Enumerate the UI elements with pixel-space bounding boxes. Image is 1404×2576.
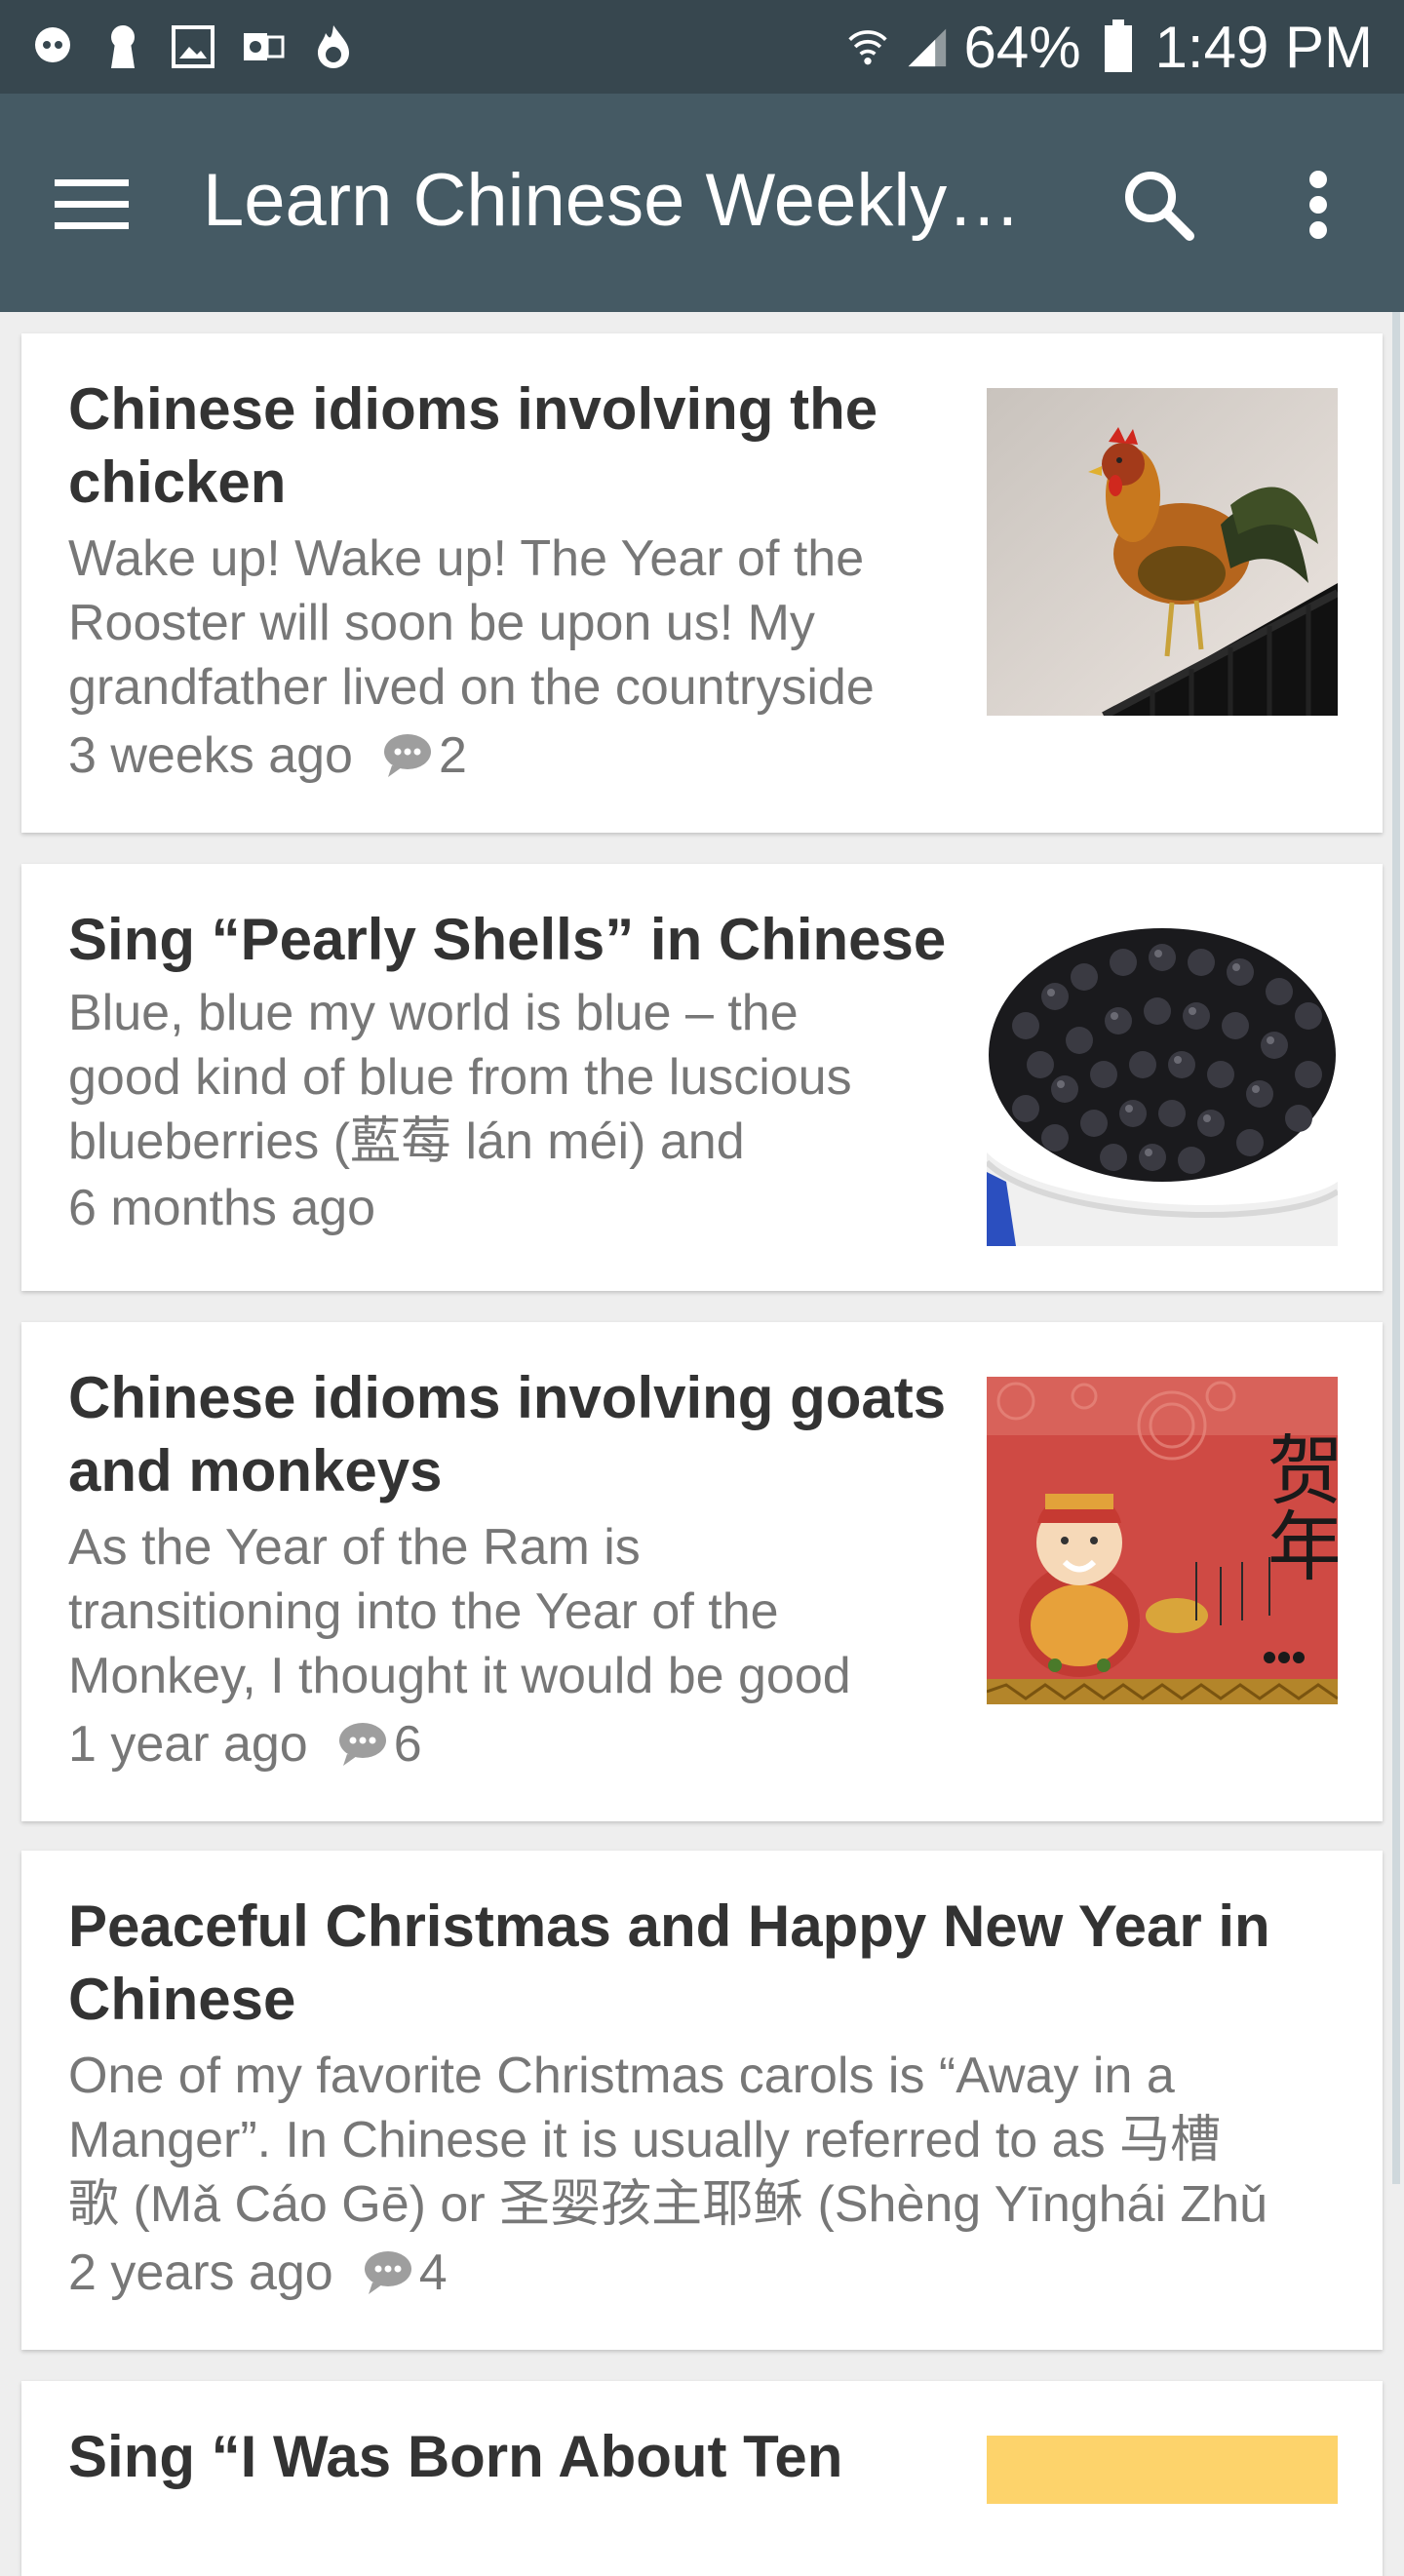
post-excerpt-line: grandfather lived on the countryside: [68, 659, 875, 716]
fire-icon: [312, 25, 355, 68]
outlook-icon: [242, 25, 285, 68]
post-excerpt-line: Manger”. In Chinese it is usually referr…: [68, 2112, 1222, 2168]
post-excerpt-line: 歌 (Mǎ Cáo Gē) or 圣婴孩主耶稣 (Shèng Yīnghái Z…: [68, 2176, 1268, 2233]
post-excerpt-line: Wake up! Wake up! The Year of the: [68, 530, 865, 587]
comment-icon: [338, 1723, 386, 1766]
image-icon: [172, 25, 214, 68]
post-meta: 2 years ago 4: [68, 2241, 448, 2305]
menu-button[interactable]: [51, 164, 133, 246]
keyhole-icon: [101, 25, 144, 68]
post-title-line: Sing “Pearly Shells” in Chinese: [68, 907, 947, 972]
comment-count[interactable]: 4: [363, 2241, 448, 2305]
post-title-line: Chinese idioms involving goats: [68, 1365, 947, 1430]
status-bar: 64% 1:49 PM: [0, 0, 1404, 94]
search-icon: [1125, 172, 1194, 241]
post-excerpt-line: One of my favorite Christmas carols is “…: [68, 2048, 1175, 2104]
post-age: 1 year ago: [68, 1716, 308, 1773]
post-title-line: Sing “I Was Born About Ten: [68, 2424, 843, 2489]
post-card[interactable]: Peaceful Christmas and Happy New Year in…: [21, 1851, 1383, 2350]
post-card[interactable]: Sing “Pearly Shells” in Chinese Blue, bl…: [21, 864, 1383, 1291]
menu-icon: [55, 179, 129, 229]
new-year-calligraphy: 贺年: [1255, 1430, 1338, 1582]
more-vert-icon: [1309, 171, 1327, 239]
post-age: 2 years ago: [68, 2244, 333, 2301]
system-status: 64% 1:49 PM: [846, 14, 1373, 81]
chat-icon: [31, 25, 74, 68]
post-meta: 1 year ago 6: [68, 1712, 422, 1776]
post-excerpt: Wake up! Wake up! The Year of the Rooste…: [68, 527, 875, 720]
post-meta: 3 weeks ago 2: [68, 723, 467, 788]
post-title-line: chicken: [68, 449, 287, 515]
comment-count-value: 6: [393, 1716, 422, 1773]
post-excerpt: As the Year of the Ram is transitioning …: [68, 1515, 851, 1708]
post-excerpt-line: transitioning into the Year of the: [68, 1583, 779, 1640]
post-card[interactable]: Chinese idioms involving goats and monke…: [21, 1322, 1383, 1821]
post-excerpt-line: As the Year of the Ram is: [68, 1519, 641, 1576]
post-title: Chinese idioms involving goats and monke…: [68, 1361, 946, 1507]
post-excerpt: Blue, blue my world is blue – the good k…: [68, 981, 852, 1174]
post-excerpt: One of my favorite Christmas carols is “…: [68, 2044, 1268, 2237]
app-bar: Learn Chinese Weekly…: [0, 94, 1404, 312]
post-title: Sing “I Was Born About Ten: [68, 2420, 842, 2493]
comment-icon: [383, 734, 431, 777]
wifi-icon: [846, 25, 889, 68]
post-excerpt-line: Rooster will soon be upon us! My: [68, 595, 815, 651]
post-thumbnail-blackberries[interactable]: [987, 918, 1338, 1246]
post-thumbnail-partial[interactable]: [987, 2436, 1338, 2504]
scrollbar[interactable]: [1392, 312, 1400, 2184]
post-thumbnail-rooster[interactable]: [987, 388, 1338, 716]
post-excerpt-line: good kind of blue from the luscious: [68, 1049, 852, 1106]
comment-count-value: 4: [418, 2244, 448, 2301]
post-title: Chinese idioms involving the chicken: [68, 372, 878, 519]
post-excerpt-line: Blue, blue my world is blue – the: [68, 985, 799, 1041]
comment-count[interactable]: 6: [337, 1712, 422, 1776]
search-button[interactable]: [1112, 158, 1205, 252]
post-title: Peaceful Christmas and Happy New Year in…: [68, 1890, 1270, 2036]
post-excerpt-line: Monkey, I thought it would be good: [68, 1648, 851, 1704]
clock: 1:49 PM: [1154, 14, 1373, 80]
post-thumbnail-new-year-card[interactable]: 贺年: [987, 1377, 1338, 1704]
post-meta: 6 months ago: [68, 1176, 375, 1240]
post-title-line: Chinese: [68, 1967, 296, 2032]
post-age: 6 months ago: [68, 1180, 376, 1236]
more-options-button[interactable]: [1287, 158, 1349, 252]
notification-icons: [31, 25, 355, 68]
post-title: Sing “Pearly Shells” in Chinese: [68, 903, 946, 976]
comment-count[interactable]: 2: [382, 723, 467, 788]
post-title-line: Chinese idioms involving the: [68, 376, 878, 442]
comment-icon: [364, 2251, 411, 2294]
post-card[interactable]: Sing “I Was Born About Ten: [21, 2381, 1383, 2576]
signal-icon: [905, 25, 948, 68]
comment-count-value: 2: [438, 727, 467, 784]
battery-icon: [1097, 20, 1140, 72]
post-excerpt-line: blueberries (藍莓 lán méi) and: [68, 1113, 745, 1170]
post-title-line: and monkeys: [68, 1438, 443, 1503]
post-title-line: Peaceful Christmas and Happy New Year in: [68, 1893, 1270, 1959]
battery-percent: 64%: [963, 14, 1081, 80]
post-age: 3 weeks ago: [68, 727, 353, 784]
post-card[interactable]: Chinese idioms involving the chicken Wak…: [21, 333, 1383, 833]
app-title: Learn Chinese Weekly…: [203, 159, 1022, 242]
